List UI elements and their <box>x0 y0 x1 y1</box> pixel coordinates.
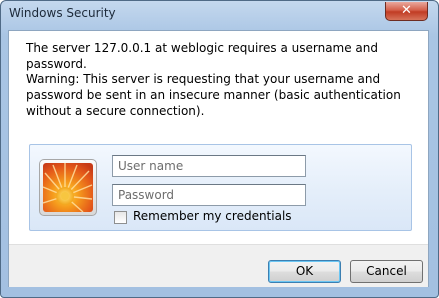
user-tile-flower-icon <box>39 159 97 216</box>
server-message: The server 127.0.0.1 at weblogic require… <box>26 41 379 71</box>
remember-credentials-label[interactable]: Remember my credentials <box>133 209 292 223</box>
button-bar: OK Cancel <box>9 244 428 287</box>
windows-security-dialog: Windows Security ✕ The server 127.0.0.1 … <box>0 0 439 298</box>
close-icon: ✕ <box>401 3 412 18</box>
cancel-button[interactable]: Cancel <box>350 260 423 283</box>
close-button[interactable]: ✕ <box>385 2 428 21</box>
username-input[interactable]: User name <box>112 155 306 177</box>
ok-button[interactable]: OK <box>268 260 341 283</box>
password-input[interactable]: Password <box>112 184 306 206</box>
title-bar[interactable]: Windows Security ✕ <box>1 1 438 29</box>
dialog-body: The server 127.0.0.1 at weblogic require… <box>8 30 429 287</box>
window-title: Windows Security <box>9 6 116 20</box>
security-warning: Warning: This server is requesting that … <box>26 72 401 118</box>
credential-panel: User name Password Remember my credentia… <box>29 144 412 231</box>
remember-credentials-checkbox[interactable] <box>114 211 127 224</box>
